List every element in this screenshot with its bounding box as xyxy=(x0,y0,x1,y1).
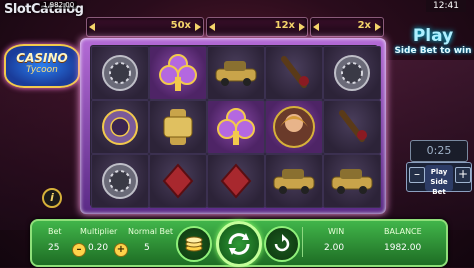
coins-icon xyxy=(185,236,203,252)
multiplier-bar-50x: 50x xyxy=(86,17,204,37)
autoplay-icon xyxy=(274,234,290,252)
reel-cell xyxy=(91,100,149,154)
chip-icon xyxy=(102,55,138,91)
normal-bet-label: Normal Bet xyxy=(128,227,174,236)
info-button[interactable]: i xyxy=(42,188,62,208)
reel-cell xyxy=(207,100,265,154)
multiplier-plus-button[interactable]: + xyxy=(114,243,128,257)
side-bet-timer: 0:25 xyxy=(410,140,468,162)
arrow-left-icon xyxy=(89,23,95,31)
arrow-right-icon xyxy=(299,23,305,31)
clubs-suit-icon xyxy=(159,54,197,91)
spin-arrows-icon xyxy=(228,233,250,255)
car-icon xyxy=(273,169,315,194)
bet-label: Bet xyxy=(48,227,62,236)
car-icon xyxy=(331,169,373,194)
arrow-left-icon xyxy=(209,23,215,31)
reel-cell xyxy=(207,154,265,208)
bet-value: 25 xyxy=(48,243,60,253)
reel-cell xyxy=(149,154,207,208)
reel-cell xyxy=(91,154,149,208)
reel-cell xyxy=(323,154,381,208)
autoplay-button[interactable] xyxy=(264,226,300,262)
reel-cell xyxy=(323,46,381,100)
reel-cell xyxy=(323,100,381,154)
reel-cell xyxy=(265,100,323,154)
royal-chip-icon xyxy=(102,109,138,145)
coin-stack-button[interactable] xyxy=(176,226,212,262)
reel-cell xyxy=(149,46,207,100)
game-logo: CASINO Tycoon xyxy=(4,44,80,88)
divider xyxy=(302,227,303,257)
lady-icon xyxy=(273,106,315,148)
balance-value: 1982.00 xyxy=(384,243,422,253)
arrow-right-icon xyxy=(375,23,381,31)
clock: 12:41 xyxy=(426,0,466,12)
watermark-tag: 1,982.00 xyxy=(40,1,78,9)
diamond-suit-icon xyxy=(162,163,194,199)
watch-icon xyxy=(163,109,193,145)
reel-grid xyxy=(90,45,381,208)
spin-button[interactable] xyxy=(216,221,262,267)
multiplier-label: Multiplier xyxy=(80,227,118,236)
win-label: WIN xyxy=(328,227,345,236)
multiplier-value: 12x xyxy=(274,20,295,31)
arrow-right-icon xyxy=(195,23,201,31)
reel-cell xyxy=(149,100,207,154)
clubs-suit-icon xyxy=(217,108,255,145)
reel-cell xyxy=(265,46,323,100)
win-value: 2.00 xyxy=(324,243,345,253)
multiplier-value: 2x xyxy=(357,20,371,31)
logo-subtitle: Tycoon xyxy=(26,65,58,75)
car-icon xyxy=(215,61,257,86)
side-bet-caption: Side Bet to win xyxy=(394,46,472,56)
multiplier-bar-2x: 2x xyxy=(310,17,384,37)
play-side-bet-button[interactable]: Play Side Bet xyxy=(425,165,453,196)
chip-icon xyxy=(334,55,370,91)
side-bet-controls: – Play Side Bet + xyxy=(406,162,472,196)
wine-icon xyxy=(281,56,309,88)
multiplier-value: 0.20 xyxy=(88,243,109,253)
multiplier-bar-12x: 12x xyxy=(206,17,308,37)
logo-title: CASINO xyxy=(16,51,68,65)
chip-icon xyxy=(102,163,138,199)
diamond-suit-icon xyxy=(220,163,252,199)
side-bet-minus-button[interactable]: – xyxy=(409,167,425,183)
arrow-left-icon xyxy=(313,23,319,31)
reel-cell xyxy=(265,154,323,208)
wine-icon xyxy=(339,110,367,142)
play-side-bet-title[interactable]: Play xyxy=(398,26,468,46)
balance-label: BALANCE xyxy=(384,227,422,236)
normal-bet-value: 5 xyxy=(144,243,150,253)
side-bet-plus-button[interactable]: + xyxy=(455,167,471,183)
multiplier-minus-button[interactable]: – xyxy=(72,243,86,257)
reel-cell xyxy=(207,46,265,100)
multiplier-value: 50x xyxy=(170,20,191,31)
reel-cell xyxy=(91,46,149,100)
